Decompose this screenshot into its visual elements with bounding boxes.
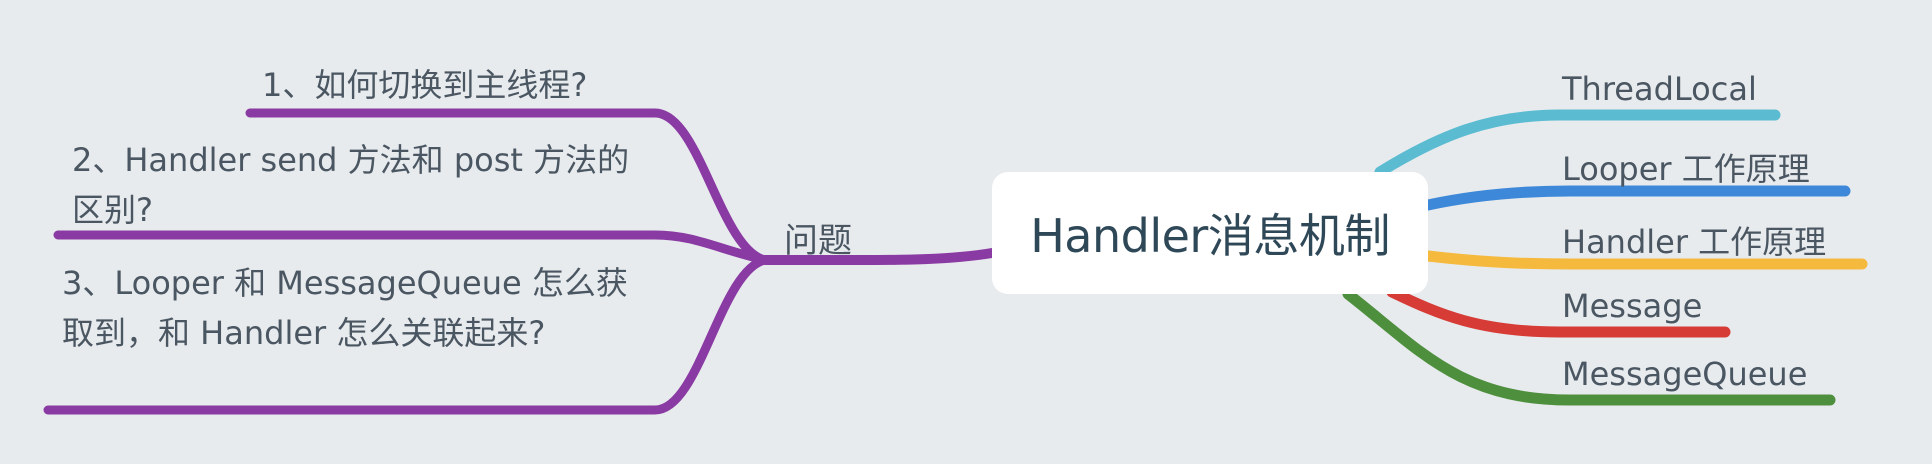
central-topic[interactable]: Handler消息机制 xyxy=(992,172,1428,294)
branch-message[interactable]: Message xyxy=(1562,287,1702,325)
connector-question-2 xyxy=(53,230,770,265)
connector-looper xyxy=(1422,185,1851,211)
question-1[interactable]: 1、如何切换到主线程? xyxy=(262,60,682,110)
question-2[interactable]: 2、Handler send 方法和 post 方法的区别? xyxy=(72,135,652,235)
branch-messagequeue[interactable]: MessageQueue xyxy=(1562,355,1807,393)
question-3[interactable]: 3、Looper 和 MessageQueue 怎么获取到，和 Handler … xyxy=(62,258,652,358)
branch-threadlocal[interactable]: ThreadLocal xyxy=(1562,70,1757,108)
branch-looper[interactable]: Looper 工作原理 xyxy=(1562,144,1810,190)
branch-handler[interactable]: Handler 工作原理 xyxy=(1562,217,1826,263)
branch-questions[interactable]: 问题 xyxy=(784,213,852,262)
